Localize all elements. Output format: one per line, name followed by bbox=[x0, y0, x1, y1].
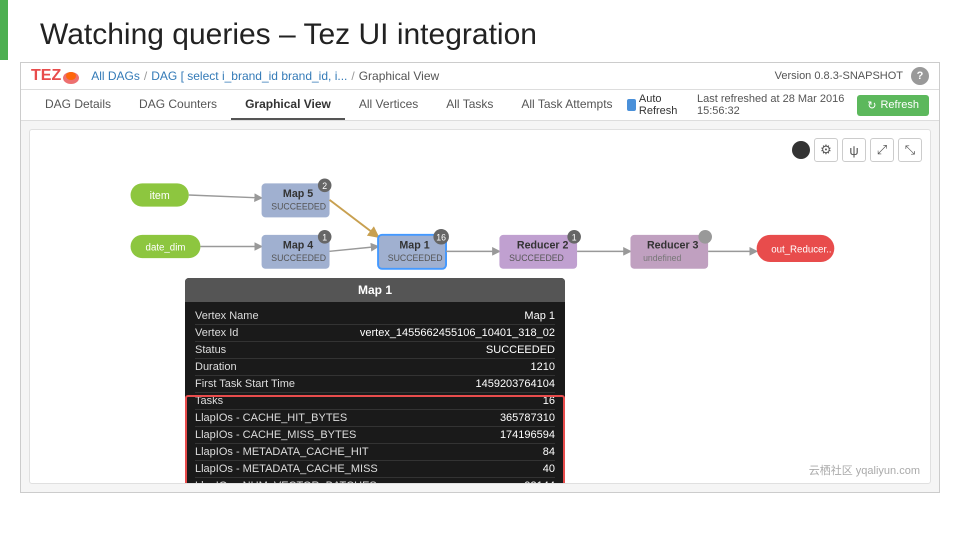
slide-header: Watching queries – Tez UI integration bbox=[0, 0, 960, 62]
node-item-label: item bbox=[150, 190, 170, 202]
watermark: 云栖社区 yqaliyun.com bbox=[809, 462, 920, 478]
tooltip-value-duration: 1210 bbox=[531, 361, 555, 373]
auto-refresh-label: Auto Refresh bbox=[639, 93, 689, 117]
node-map1-status: SUCCEEDED bbox=[388, 253, 443, 263]
tooltip-label-vertex-name: Vertex Name bbox=[195, 310, 259, 322]
tooltip-value-vec-batches: 93144 bbox=[524, 480, 555, 484]
tooltip-body: Vertex Name Map 1 Vertex Id vertex_14556… bbox=[185, 302, 565, 484]
tooltip-row-cache-miss: LlapIOs - CACHE_MISS_BYTES 174196594 bbox=[195, 427, 555, 444]
tooltip-value-vertex-id: vertex_1455662455106_10401_318_02 bbox=[360, 327, 555, 339]
tab-all-tasks[interactable]: All Tasks bbox=[432, 90, 507, 120]
tab-dag-details[interactable]: DAG Details bbox=[31, 90, 125, 120]
watermark-text: 云栖社区 yqaliyun.com bbox=[809, 462, 920, 478]
edge-item-map5 bbox=[189, 195, 262, 198]
tooltip-label-cache-miss: LlapIOs - CACHE_MISS_BYTES bbox=[195, 429, 356, 441]
auto-refresh-toggle[interactable]: Auto Refresh bbox=[627, 93, 689, 117]
node-map5-status: SUCCEEDED bbox=[271, 202, 326, 212]
tooltip-row-cache-hit: LlapIOs - CACHE_HIT_BYTES 365787310 bbox=[195, 410, 555, 427]
tooltip-label-vec-batches: LlapIOs - NUM_VECTOR_BATCHES bbox=[195, 480, 377, 484]
app-frame: TEZ All DAGs / DAG [ select i_brand_id b… bbox=[20, 62, 940, 493]
tooltip-popup: Map 1 Vertex Name Map 1 Vertex Id vertex… bbox=[185, 278, 565, 484]
tab-bar: DAG Details DAG Counters Graphical View … bbox=[21, 90, 939, 121]
tooltip-value-first-task-start: 1459203764104 bbox=[475, 378, 555, 390]
green-accent-bar bbox=[0, 0, 8, 60]
node-map4-label: Map 4 bbox=[283, 239, 313, 251]
tooltip-label-meta-miss: LlapIOs - METADATA_CACHE_MISS bbox=[195, 463, 378, 475]
tab-all-vertices[interactable]: All Vertices bbox=[345, 90, 432, 120]
tooltip-row-meta-hit: LlapIOs - METADATA_CACHE_HIT 84 bbox=[195, 444, 555, 461]
node-reducer2-status: SUCCEEDED bbox=[509, 253, 564, 263]
node-map5-badge-label: 2 bbox=[322, 181, 327, 191]
node-map1-badge-label: 16 bbox=[436, 233, 446, 243]
tooltip-label-status: Status bbox=[195, 344, 226, 356]
node-reducer3-badge bbox=[698, 230, 712, 244]
version-text: Version 0.8.3-SNAPSHOT bbox=[775, 70, 903, 82]
refresh-label: Refresh bbox=[880, 99, 919, 111]
tab-all-task-attempts[interactable]: All Task Attempts bbox=[507, 90, 626, 120]
node-reducer3-label: Reducer 3 bbox=[647, 239, 699, 251]
help-button[interactable]: ? bbox=[911, 67, 929, 85]
tooltip-value-meta-hit: 84 bbox=[543, 446, 555, 458]
tez-logo-icon bbox=[61, 68, 81, 84]
tooltip-value-meta-miss: 40 bbox=[543, 463, 555, 475]
tooltip-row-first-task-start: First Task Start Time 1459203764104 bbox=[195, 376, 555, 393]
top-nav: TEZ All DAGs / DAG [ select i_brand_id b… bbox=[21, 63, 939, 90]
tooltip-row-tasks: Tasks 16 bbox=[195, 393, 555, 410]
node-out-label: out_Reducer.. bbox=[771, 244, 831, 255]
tooltip-value-tasks: 16 bbox=[543, 395, 555, 407]
breadcrumb-current: Graphical View bbox=[359, 69, 439, 83]
slide-title: Watching queries – Tez UI integration bbox=[40, 18, 537, 52]
tooltip-row-status: Status SUCCEEDED bbox=[195, 342, 555, 359]
tab-graphical-view[interactable]: Graphical View bbox=[231, 90, 345, 120]
node-date-dim-label: date_dim bbox=[146, 242, 186, 253]
node-reducer2-label: Reducer 2 bbox=[517, 239, 569, 251]
tooltip-row-vec-batches: LlapIOs - NUM_VECTOR_BATCHES 93144 bbox=[195, 478, 555, 484]
tooltip-row-meta-miss: LlapIOs - METADATA_CACHE_MISS 40 bbox=[195, 461, 555, 478]
tooltip-row-vertex-name: Vertex Name Map 1 bbox=[195, 308, 555, 325]
tooltip-label-meta-hit: LlapIOs - METADATA_CACHE_HIT bbox=[195, 446, 369, 458]
breadcrumb-all-dags[interactable]: All DAGs bbox=[91, 69, 140, 83]
tez-logo-text: TEZ bbox=[31, 67, 61, 85]
checkbox-icon bbox=[627, 99, 636, 111]
tooltip-label-cache-hit: LlapIOs - CACHE_HIT_BYTES bbox=[195, 412, 347, 424]
version-info: Version 0.8.3-SNAPSHOT ? bbox=[775, 67, 929, 85]
node-reducer2-badge-label: 1 bbox=[572, 233, 577, 243]
tooltip-label-duration: Duration bbox=[195, 361, 237, 373]
tooltip-value-vertex-name: Map 1 bbox=[524, 310, 555, 322]
edge-map4-map1 bbox=[330, 246, 379, 251]
tooltip-value-status: SUCCEEDED bbox=[486, 344, 555, 356]
tab-dag-counters[interactable]: DAG Counters bbox=[125, 90, 231, 120]
node-reducer3-status: undefined bbox=[643, 253, 681, 263]
refresh-button[interactable]: ↻ Refresh bbox=[857, 95, 929, 116]
tooltip-value-cache-hit: 365787310 bbox=[500, 412, 555, 424]
refresh-area: Auto Refresh Last refreshed at 28 Mar 20… bbox=[627, 93, 929, 117]
last-refreshed-time: Last refreshed at 28 Mar 2016 15:56:32 bbox=[697, 93, 849, 117]
tooltip-label-tasks: Tasks bbox=[195, 395, 223, 407]
tooltip-value-cache-miss: 174196594 bbox=[500, 429, 555, 441]
node-map5-label: Map 5 bbox=[283, 188, 313, 200]
breadcrumb-dag-name[interactable]: DAG [ select i_brand_id brand_id, i... bbox=[151, 69, 347, 83]
refresh-icon: ↻ bbox=[867, 99, 876, 112]
tooltip-row-vertex-id: Vertex Id vertex_1455662455106_10401_318… bbox=[195, 325, 555, 342]
edge-map5-map1 bbox=[330, 200, 379, 237]
node-map4-status: SUCCEEDED bbox=[271, 253, 326, 263]
node-map1-label: Map 1 bbox=[399, 239, 429, 251]
tooltip-row-duration: Duration 1210 bbox=[195, 359, 555, 376]
tez-logo: TEZ bbox=[31, 67, 81, 85]
node-map4-badge-label: 1 bbox=[322, 233, 327, 243]
tooltip-header: Map 1 bbox=[185, 278, 565, 302]
dag-area: ⚙ ψ ⤢ ⤡ item Map 5 SUCCEEDED 2 bbox=[30, 130, 930, 483]
tooltip-label-first-task-start: First Task Start Time bbox=[195, 378, 295, 390]
tooltip-label-vertex-id: Vertex Id bbox=[195, 327, 238, 339]
main-content: ⚙ ψ ⤢ ⤡ item Map 5 SUCCEEDED 2 bbox=[29, 129, 931, 484]
breadcrumb: All DAGs / DAG [ select i_brand_id brand… bbox=[91, 69, 439, 83]
